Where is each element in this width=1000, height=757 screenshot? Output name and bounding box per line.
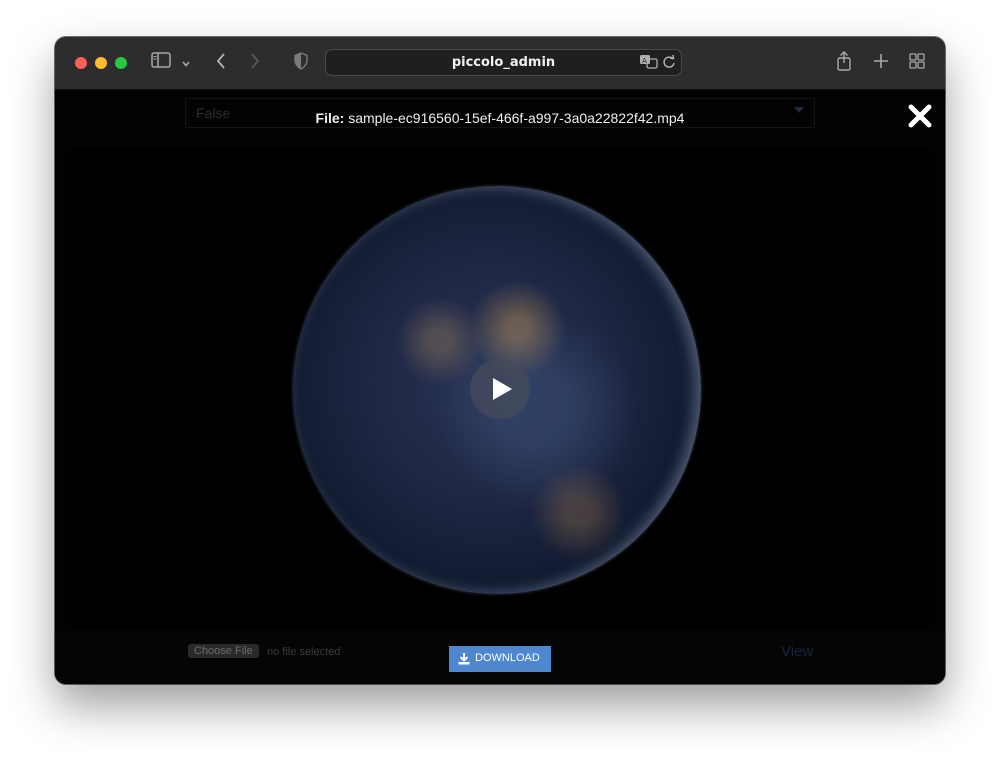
window-close-button[interactable] xyxy=(75,57,87,69)
svg-text:A: A xyxy=(642,57,647,65)
window-minimize-button[interactable] xyxy=(95,57,107,69)
download-icon xyxy=(458,652,470,665)
close-icon[interactable] xyxy=(907,103,933,129)
no-file-text: no file selected xyxy=(267,646,341,658)
view-link: View xyxy=(781,643,814,660)
modal-title: File: sample-ec916560-15ef-466f-a997-3a0… xyxy=(55,110,945,126)
file-name: sample-ec916560-15ef-466f-a997-3a0a22822… xyxy=(348,110,685,126)
translate-icon[interactable]: A xyxy=(639,53,659,76)
page-content: False File: sample-ec916560-15ef-466f-a9… xyxy=(55,90,945,684)
browser-toolbar: piccolo_admin A xyxy=(55,37,945,90)
address-bar[interactable]: piccolo_admin A xyxy=(325,49,682,76)
file-label: File: xyxy=(315,110,345,126)
chevron-left-icon[interactable] xyxy=(215,52,227,75)
grid-icon[interactable] xyxy=(909,53,925,74)
window-zoom-button[interactable] xyxy=(115,57,127,69)
plus-icon[interactable] xyxy=(873,53,889,74)
choose-file-button: Choose File xyxy=(188,644,259,658)
shield-icon[interactable] xyxy=(294,52,308,75)
download-label: DOWNLOAD xyxy=(475,652,540,664)
video-player[interactable] xyxy=(70,148,930,631)
chevron-down-icon[interactable] xyxy=(181,54,191,74)
download-button[interactable]: DOWNLOAD xyxy=(449,646,551,672)
chevron-right-icon[interactable] xyxy=(249,52,261,75)
sidebar-icon[interactable] xyxy=(151,52,171,73)
reload-icon[interactable] xyxy=(662,54,676,75)
browser-window: piccolo_admin A False File: sample-ec916… xyxy=(55,37,945,684)
address-url: piccolo_admin xyxy=(451,55,556,70)
play-icon[interactable] xyxy=(470,359,530,419)
share-icon[interactable] xyxy=(836,51,852,76)
